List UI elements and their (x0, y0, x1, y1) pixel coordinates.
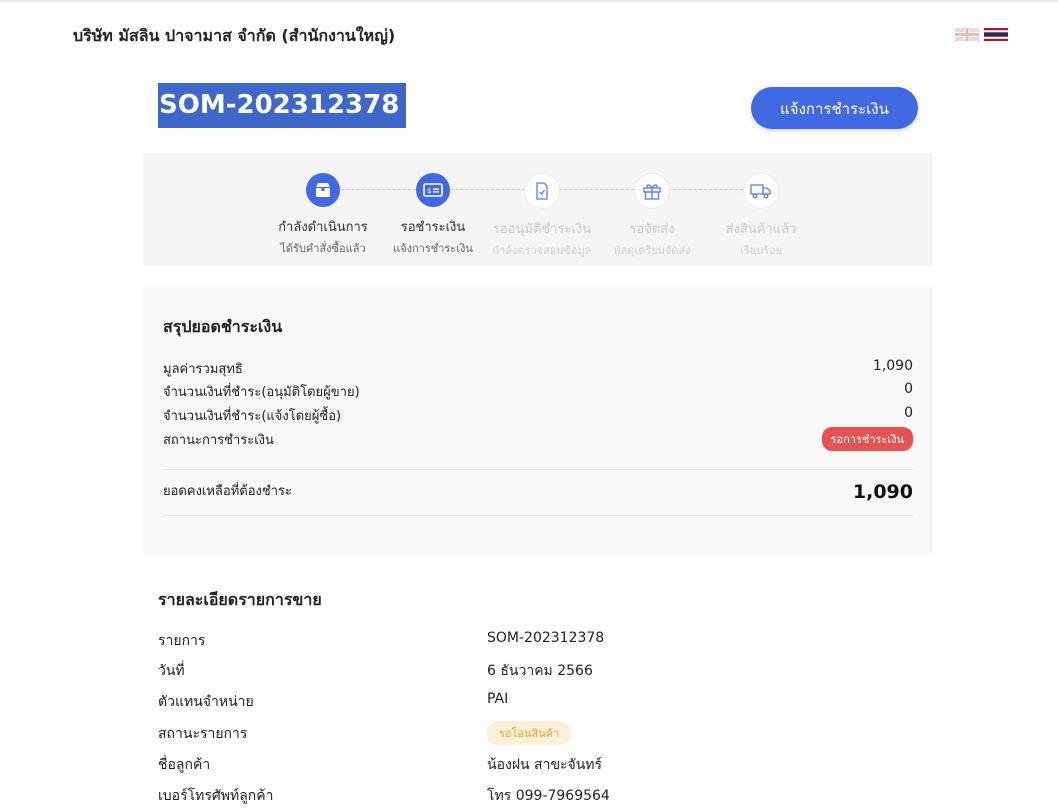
step-title: รอชำระเงิน (400, 220, 466, 235)
summary-value: 1,090 (872, 358, 913, 374)
step-subtitle: กำลังตรวจสอบข้อมูล (492, 244, 592, 257)
step-subtitle: แจ้งการชำระเงิน (393, 242, 473, 255)
detail-label: สถานะรายการ (158, 726, 248, 742)
detail-label: ชื่อลูกค้า (158, 757, 211, 773)
detail-value: น้องฝน สาขะจันทร์ (487, 757, 603, 773)
summary-label: จำนวนเงินที่ชำระ(อนุมัติโดยผู้ขาย) (163, 385, 360, 400)
order-id-text: SOM-202312378 (159, 90, 400, 120)
document-check-icon (524, 173, 560, 209)
uk-flag-icon[interactable] (955, 28, 979, 41)
progress-step-awaiting-payment: $ รอชำระเงิน แจ้งการชำระเงิน (373, 173, 493, 257)
svg-text:$: $ (427, 187, 431, 195)
summary-value: 0 (904, 405, 913, 421)
notify-payment-button[interactable]: แจ้งการชำระเงิน (751, 87, 918, 129)
gift-box-icon (634, 173, 670, 209)
detail-label: รายการ (158, 633, 206, 649)
progress-step-awaiting-approval: รออนุมัติชำระเงิน กำลังตรวจสอบข้อมูล (482, 173, 602, 259)
box-icon (306, 173, 340, 207)
progress-step-shipped: ส่งสินค้าแล้ว เรียบร้อย (701, 173, 821, 259)
detail-label: เบอร์โทรศัพท์ลูกค้า (158, 788, 274, 804)
summary-divider (163, 515, 913, 516)
company-name: บริษัท มัสลิน ปาจามาส จำกัด (สำนักงานใหญ… (73, 26, 396, 45)
step-title: กำลังดำเนินการ (278, 220, 368, 235)
summary-label: จำนวนเงินที่ชำระ(แจ้งโดยผู้ซื้อ) (163, 409, 342, 424)
payment-status-badge: รอการชำระเงิน (821, 427, 913, 451)
balance-value: 1,090 (852, 481, 913, 503)
detail-value: 6 ธันวาคม 2566 (487, 663, 593, 679)
summary-title: สรุปยอดชำระเงิน (163, 317, 283, 336)
summary-value: 0 (904, 381, 913, 397)
summary-label: มูลค่ารวมสุทธิ (163, 362, 243, 377)
step-subtitle: เรียบร้อย (739, 244, 783, 257)
detail-label: ตัวแทนจำหน่าย (158, 694, 254, 710)
sales-details-title: รายละเอียดรายการขาย (158, 590, 322, 609)
step-subtitle: ได้รับคำสั่งซื้อแล้ว (280, 242, 366, 255)
detail-value: PAI (487, 691, 509, 707)
order-status-badge: รอโอนสินค้า (487, 721, 572, 745)
top-border (0, 0, 1058, 2)
balance-label: ยอดคงเหลือที่ต้องชำระ (163, 484, 292, 499)
thai-flag-icon[interactable] (984, 28, 1008, 41)
summary-label: สถานะการชำระเงิน (163, 433, 274, 448)
payment-summary: สรุปยอดชำระเงิน มูลค่ารวมสุทธิ 1,090 จำน… (143, 287, 933, 555)
step-title: รออนุมัติชำระเงิน (492, 222, 592, 237)
delivery-truck-icon (743, 173, 779, 209)
progress-step-processing: กำลังดำเนินการ ได้รับคำสั่งซื้อแล้ว (263, 173, 383, 257)
step-title: ส่งสินค้าแล้ว (725, 222, 797, 237)
step-subtitle: พัสดุเตรียมจัดส่ง (613, 244, 691, 257)
detail-value: โทร 099-7969564 (487, 788, 610, 804)
progress-step-awaiting-shipment: รอจัดส่ง พัสดุเตรียมจัดส่ง (592, 173, 712, 259)
detail-value: SOM-202312378 (487, 630, 605, 646)
step-title: รอจัดส่ง (629, 222, 675, 237)
order-progress: กำลังดำเนินการ ได้รับคำสั่งซื้อแล้ว $ รอ… (143, 153, 933, 266)
summary-divider (163, 469, 913, 470)
payment-card-icon: $ (416, 173, 450, 207)
order-id-heading: SOM-202312378 (158, 83, 407, 128)
detail-label: วันที่ (158, 663, 185, 679)
